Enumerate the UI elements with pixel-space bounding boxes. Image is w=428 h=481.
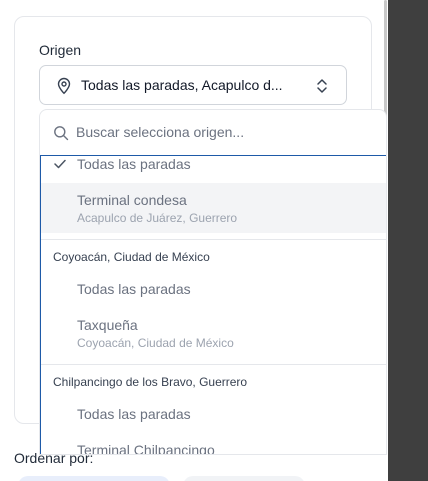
option-todas-las-paradas-coyoacan[interactable]: Todas las paradas: [41, 272, 386, 306]
option-label: Todas las paradas: [77, 156, 191, 172]
origin-label: Origen: [39, 42, 82, 58]
option-label: Todas las paradas: [77, 281, 191, 297]
scrollbar-thumb[interactable]: [384, 0, 387, 120]
option-label: Terminal condesa: [77, 192, 187, 208]
option-sublabel: Acapulco de Juárez, Guerrero: [77, 211, 238, 225]
chevron-up-down-icon: [317, 79, 327, 93]
option-todas-las-paradas-chilpancingo[interactable]: Todas las paradas: [41, 397, 386, 431]
option-label: Terminal Chilpancingo: [77, 442, 215, 455]
option-todas-las-paradas-acapulco[interactable]: Todas las paradas: [41, 156, 386, 181]
map-pin-icon: [57, 77, 71, 95]
origin-select-value: Todas las paradas, Acapulco d...: [81, 77, 283, 93]
sort-chip[interactable]: [183, 476, 305, 481]
origin-options-list[interactable]: Todas las paradas Terminal condesa Acapu…: [40, 155, 386, 455]
group-heading-coyoacan: Coyoacán, Ciudad de México: [53, 250, 210, 264]
option-terminal-condesa[interactable]: Terminal condesa Acapulco de Juárez, Gue…: [41, 183, 386, 233]
group-divider: [41, 239, 386, 240]
option-taxquena[interactable]: Taxqueña Coyoacán, Ciudad de México: [41, 308, 386, 354]
group-heading-chilpancingo: Chilpancingo de los Bravo, Guerrero: [53, 375, 248, 389]
sort-chip[interactable]: [18, 476, 170, 481]
group-divider: [41, 364, 386, 365]
origin-dropdown: Buscar selecciona origen... Todas las pa…: [39, 109, 387, 455]
option-label: Todas las paradas: [77, 406, 191, 422]
option-label: Taxqueña: [77, 317, 138, 333]
side-panel-edge: [388, 0, 428, 481]
sort-label: Ordenar por:: [14, 450, 94, 466]
dropdown-search[interactable]: Buscar selecciona origen...: [40, 110, 386, 156]
origin-select[interactable]: Todas las paradas, Acapulco d...: [39, 65, 347, 105]
check-icon: [54, 159, 66, 169]
option-sublabel: Coyoacán, Ciudad de México: [77, 336, 234, 350]
search-icon: [54, 126, 69, 141]
search-input[interactable]: Buscar selecciona origen...: [76, 124, 244, 140]
